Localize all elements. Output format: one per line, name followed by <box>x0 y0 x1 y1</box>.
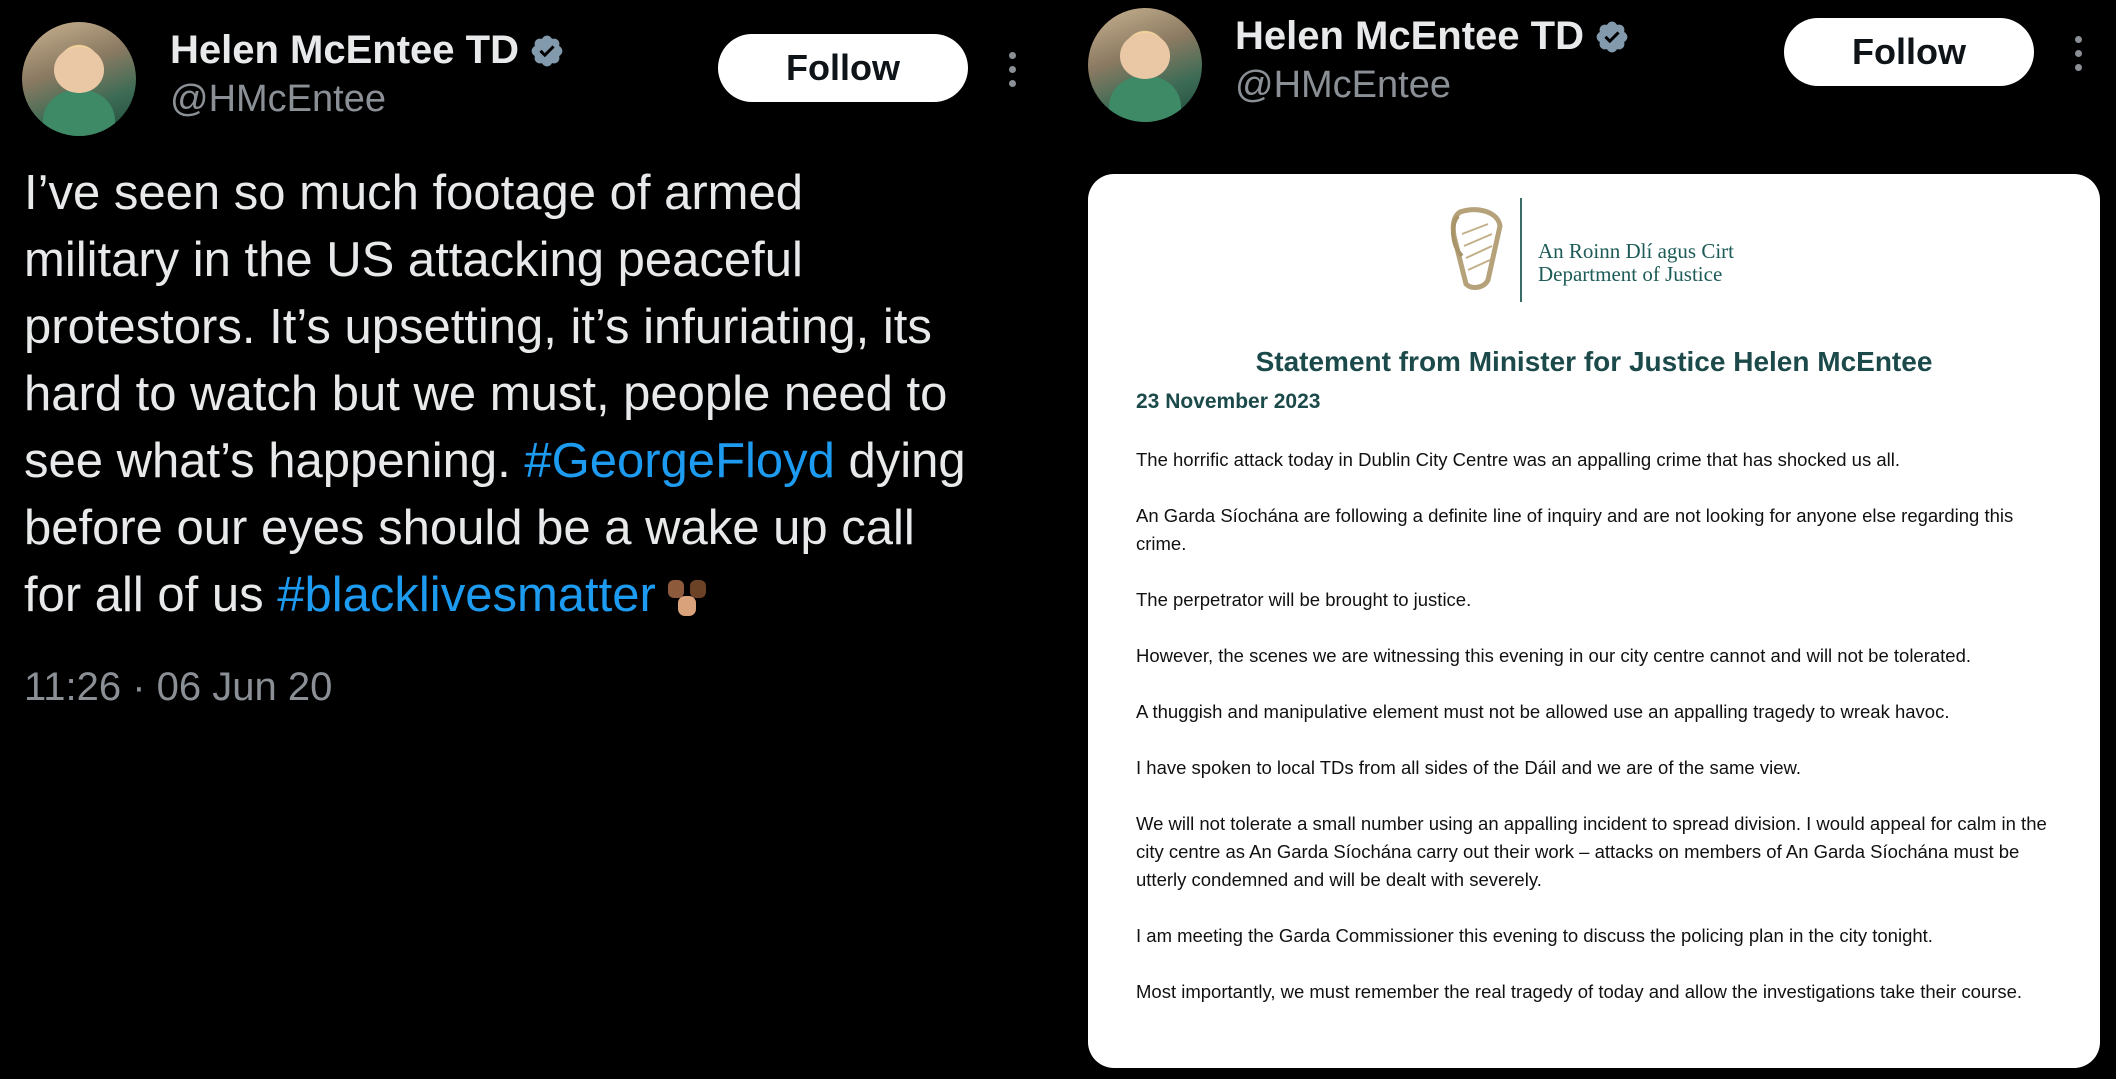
statement-paragraph: I am meeting the Garda Commissioner this… <box>1136 925 1933 946</box>
tweet-text-line: see what’s happening. #GeorgeFloyd dying <box>24 428 1034 495</box>
statement-paragraph: An Garda Síochána are following a defini… <box>1136 505 2014 554</box>
tweet-text-segment: military in the US attacking peaceful <box>24 233 803 287</box>
statement-paragraph: A thuggish and manipulative element must… <box>1136 701 1950 722</box>
department-name-english: Department of Justice <box>1538 262 1723 286</box>
logo-divider <box>1520 198 1522 302</box>
tweet-text-line: military in the US attacking peaceful <box>24 227 1034 294</box>
author-name[interactable]: Helen McEntee TD <box>1235 14 1630 59</box>
statement-title: Statement from Minister for Justice Hele… <box>1255 346 1933 377</box>
statement-paragraph: We will not tolerate a small number usin… <box>1136 813 2047 890</box>
raised-fists-emoji <box>667 580 706 617</box>
verified-badge-icon <box>531 35 563 66</box>
tweet-timestamp[interactable]: 11:26 · 06 Jun 20 <box>24 665 332 710</box>
department-name-irish: An Roinn Dlí agus Cirt <box>1538 239 1735 263</box>
hashtag-link[interactable]: #blacklivesmatter <box>277 568 656 622</box>
tweet-text-line: for all of us #blacklivesmatter <box>24 562 1034 629</box>
author-handle[interactable]: @HMcEntee <box>170 78 386 121</box>
statement-date: 23 November 2023 <box>1136 390 1321 413</box>
follow-button[interactable]: Follow <box>1784 18 2034 86</box>
author-handle[interactable]: @HMcEntee <box>1235 64 1451 107</box>
tweet-text-line: protestors. It’s upsetting, it’s infuria… <box>24 294 1034 361</box>
tweet-text-line: before our eyes should be a wake up call <box>24 495 1034 562</box>
tweet-text-segment: dying <box>834 434 966 488</box>
harp-logo-icon <box>1450 207 1503 290</box>
hashtag-link[interactable]: #GeorgeFloyd <box>524 434 835 488</box>
tweet-text: I’ve seen so much footage of armed milita… <box>24 160 1034 629</box>
tweet-text-segment: see what’s happening. <box>24 434 525 488</box>
author-name-text: Helen McEntee TD <box>170 28 519 72</box>
statement-body: The horrific attack today in Dublin City… <box>1136 446 2056 1034</box>
statement-paragraph: The perpetrator will be brought to justi… <box>1136 589 1472 610</box>
tweet-text-segment: before our eyes should be a wake up call <box>24 501 915 555</box>
tweet-text-segment: protestors. It’s upsetting, it’s infuria… <box>24 300 932 354</box>
statement-paragraph: Most importantly, we must remember the r… <box>1136 981 2023 1002</box>
avatar[interactable] <box>22 22 136 136</box>
department-logo: An Roinn Dlí agus Cirt Department of Jus… <box>1448 196 1878 306</box>
department-name: An Roinn Dlí agus Cirt Department of Jus… <box>1538 240 1734 286</box>
tweet-text-segment: I’ve seen so much footage of armed <box>24 166 803 220</box>
tweet-text-segment: hard to watch but we must, people need t… <box>24 367 948 421</box>
statement-paragraph: I have spoken to local TDs from all side… <box>1136 757 1801 778</box>
statement-image[interactable]: An Roinn Dlí agus Cirt Department of Jus… <box>1088 174 2100 1068</box>
tweet-text-line: hard to watch but we must, people need t… <box>24 361 1034 428</box>
more-options-icon[interactable] <box>2072 36 2084 71</box>
statement-paragraph: However, the scenes we are witnessing th… <box>1136 645 1972 666</box>
statement-paragraph: The horrific attack today in Dublin City… <box>1136 449 1901 470</box>
author-name-text: Helen McEntee TD <box>1235 14 1584 58</box>
tweet-text-line: I’ve seen so much footage of armed <box>24 160 1034 227</box>
author-name[interactable]: Helen McEntee TD <box>170 28 565 73</box>
avatar[interactable] <box>1088 8 1202 122</box>
more-options-icon[interactable] <box>1006 52 1018 87</box>
follow-button[interactable]: Follow <box>718 34 968 102</box>
verified-badge-icon <box>1596 21 1628 52</box>
tweet-text-segment: for all of us <box>24 568 278 622</box>
